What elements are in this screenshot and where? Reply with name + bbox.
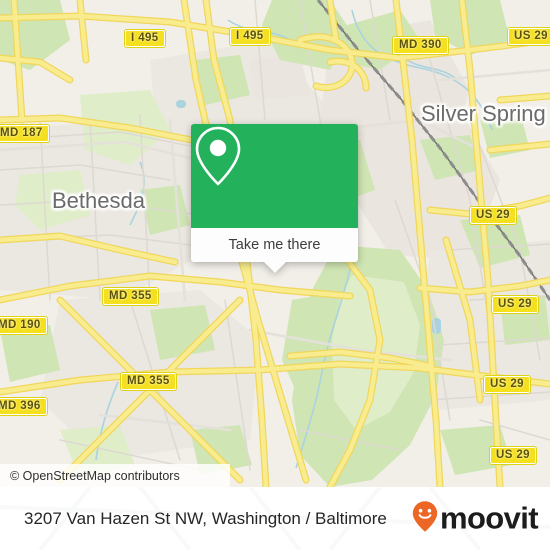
popup-header	[191, 124, 358, 228]
take-me-there-button[interactable]: Take me there	[191, 228, 358, 262]
road-shield-i495-east: I 495	[229, 27, 271, 46]
popup-tail	[263, 262, 286, 273]
moovit-logo[interactable]: moovit	[412, 500, 539, 537]
road-shield-md390: MD 390	[392, 36, 449, 55]
road-shield-md396: MD 396	[0, 397, 48, 416]
footer-bar: 3207 Van Hazen St NW, Washington / Balti…	[0, 487, 550, 550]
destination-popup[interactable]: Take me there	[191, 124, 358, 273]
moovit-pin-smiley-icon	[412, 500, 438, 537]
screenshot-root: .bg{fill:#f2efe9} .park{fill:#cfe5b4} .p…	[0, 0, 550, 550]
osm-attribution-text: © OpenStreetMap contributors	[10, 468, 180, 483]
moovit-wordmark: moovit	[439, 500, 539, 536]
location-address: 3207 Van Hazen St NW, Washington / Balti…	[24, 508, 387, 528]
road-shield-us29-lower: US 29	[483, 375, 531, 394]
road-shield-md187: MD 187	[0, 124, 50, 143]
road-shield-md355-lower: MD 355	[120, 372, 177, 391]
place-label-bethesda: Bethesda	[52, 188, 145, 213]
map-attribution[interactable]: © OpenStreetMap contributors	[0, 464, 230, 487]
road-shield-us29-bottom: US 29	[489, 446, 537, 465]
road-shield-i495-west: I 495	[124, 29, 166, 48]
road-shield-us29-top: US 29	[507, 27, 550, 46]
road-shield-md355-upper: MD 355	[102, 287, 159, 306]
road-shield-md190: MD 190	[0, 316, 48, 335]
road-shield-us29-upper: US 29	[469, 206, 517, 225]
road-shield-us29-mid: US 29	[491, 295, 539, 314]
map-canvas[interactable]: .bg{fill:#f2efe9} .park{fill:#cfe5b4} .p…	[0, 0, 550, 487]
place-label-silver-spring: Silver Spring	[421, 101, 546, 126]
take-me-there-label: Take me there	[228, 237, 321, 253]
